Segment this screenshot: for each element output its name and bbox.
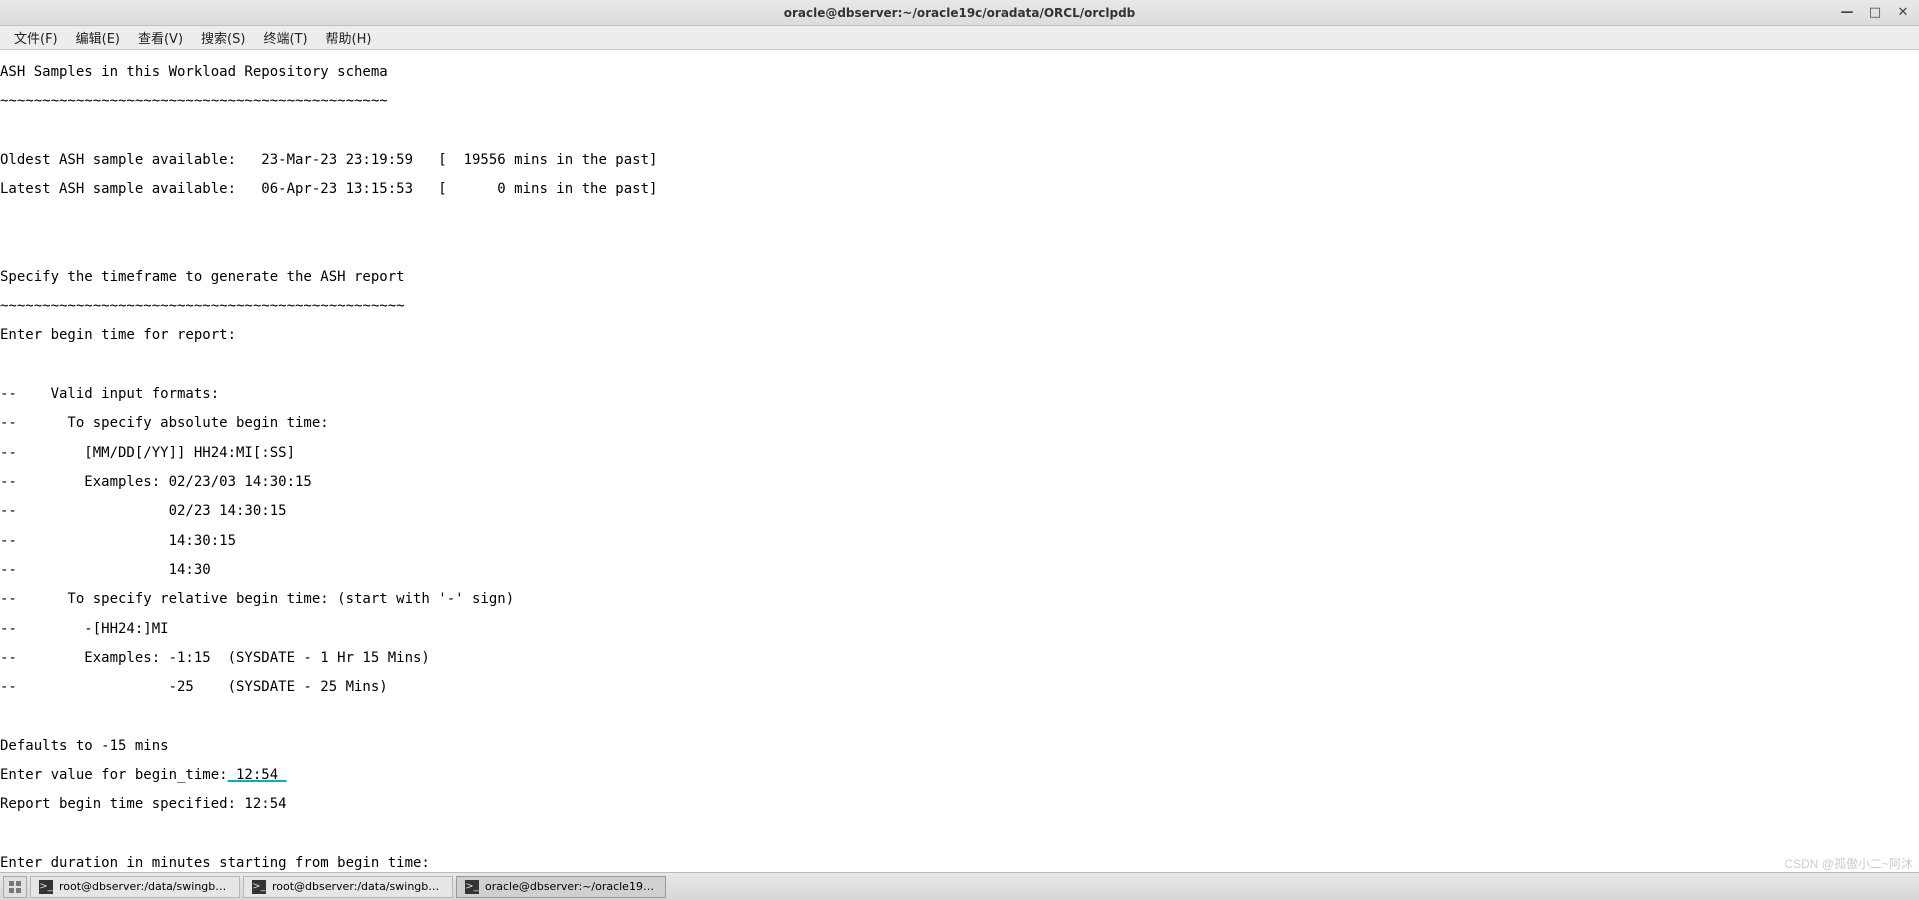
terminal-line: -- 02/23 14:30:15: [0, 504, 1919, 519]
maximize-button[interactable]: □: [1865, 3, 1885, 21]
terminal-line: -- Examples: -1:15 (SYSDATE - 1 Hr 15 Mi…: [0, 651, 1919, 666]
terminal-line: -- 14:30: [0, 563, 1919, 578]
terminal-line: Report begin time specified: 12:54: [0, 797, 1919, 812]
terminal-line: Specify the timeframe to generate the AS…: [0, 270, 1919, 285]
menu-file[interactable]: 文件(F): [6, 25, 66, 50]
terminal-line: Enter begin time for report:: [0, 328, 1919, 343]
terminal-icon: >_: [39, 880, 53, 894]
terminal-line: -- -25 (SYSDATE - 25 Mins): [0, 680, 1919, 695]
terminal-line: [0, 211, 1919, 226]
menu-bar: 文件(F) 编辑(E) 查看(V) 搜索(S) 终端(T) 帮助(H): [0, 26, 1919, 50]
terminal-line: ~~~~~~~~~~~~~~~~~~~~~~~~~~~~~~~~~~~~~~~~…: [0, 94, 1919, 109]
terminal-line: Enter duration in minutes starting from …: [0, 856, 1919, 871]
terminal-line: [0, 241, 1919, 256]
taskbar-item-terminal-2[interactable]: >_ root@dbserver:/data/swingbench/bin: [243, 876, 453, 898]
menu-edit[interactable]: 编辑(E): [68, 25, 128, 50]
terminal-line: Enter value for begin_time: 12:54: [0, 768, 1919, 783]
close-button[interactable]: ✕: [1893, 3, 1913, 21]
taskbar-item-terminal-1[interactable]: >_ root@dbserver:/data/swingbench/bin: [30, 876, 240, 898]
terminal-line: ~~~~~~~~~~~~~~~~~~~~~~~~~~~~~~~~~~~~~~~~…: [0, 299, 1919, 314]
taskbar-label: oracle@dbserver:~/oracle19c/orada…: [485, 880, 657, 893]
terminal-line: -- Examples: 02/23/03 14:30:15: [0, 475, 1919, 490]
terminal-line: Latest ASH sample available: 06-Apr-23 1…: [0, 182, 1919, 197]
terminal-line: [0, 709, 1919, 724]
input-begin-time: 12:54: [228, 767, 287, 783]
taskbar-label: root@dbserver:/data/swingbench/bin: [59, 880, 231, 893]
terminal-line: -- [MM/DD[/YY]] HH24:MI[:SS]: [0, 446, 1919, 461]
menu-terminal[interactable]: 终端(T): [255, 25, 315, 50]
window-controls: — □ ✕: [1837, 3, 1913, 21]
taskbar-item-terminal-3[interactable]: >_ oracle@dbserver:~/oracle19c/orada…: [456, 876, 666, 898]
terminal-output[interactable]: ASH Samples in this Workload Repository …: [0, 50, 1919, 872]
terminal-icon: >_: [252, 880, 266, 894]
show-desktop-button[interactable]: [3, 876, 27, 898]
terminal-line: Defaults to -15 mins: [0, 739, 1919, 754]
window-titlebar: oracle@dbserver:~/oracle19c/oradata/ORCL…: [0, 0, 1919, 26]
minimize-button[interactable]: —: [1837, 3, 1857, 21]
terminal-line: Oldest ASH sample available: 23-Mar-23 2…: [0, 153, 1919, 168]
terminal-line: [0, 358, 1919, 373]
terminal-line: [0, 827, 1919, 842]
terminal-line: [0, 123, 1919, 138]
taskbar: >_ root@dbserver:/data/swingbench/bin >_…: [0, 872, 1919, 900]
watermark: CSDN @孤傲小二~阿沐: [1784, 855, 1913, 872]
terminal-line: -- -[HH24:]MI: [0, 622, 1919, 637]
terminal-line: ASH Samples in this Workload Repository …: [0, 65, 1919, 80]
terminal-line: -- 14:30:15: [0, 534, 1919, 549]
menu-search[interactable]: 搜索(S): [193, 25, 253, 50]
desktop-icon: [9, 881, 21, 893]
terminal-icon: >_: [465, 880, 479, 894]
window-title: oracle@dbserver:~/oracle19c/oradata/ORCL…: [784, 6, 1136, 20]
prompt-begin-time: Enter value for begin_time:: [0, 767, 228, 783]
menu-view[interactable]: 查看(V): [130, 25, 191, 50]
terminal-line: -- To specify absolute begin time:: [0, 416, 1919, 431]
terminal-line: -- To specify relative begin time: (star…: [0, 592, 1919, 607]
terminal-line: -- Valid input formats:: [0, 387, 1919, 402]
menu-help[interactable]: 帮助(H): [318, 25, 380, 50]
taskbar-label: root@dbserver:/data/swingbench/bin: [272, 880, 444, 893]
